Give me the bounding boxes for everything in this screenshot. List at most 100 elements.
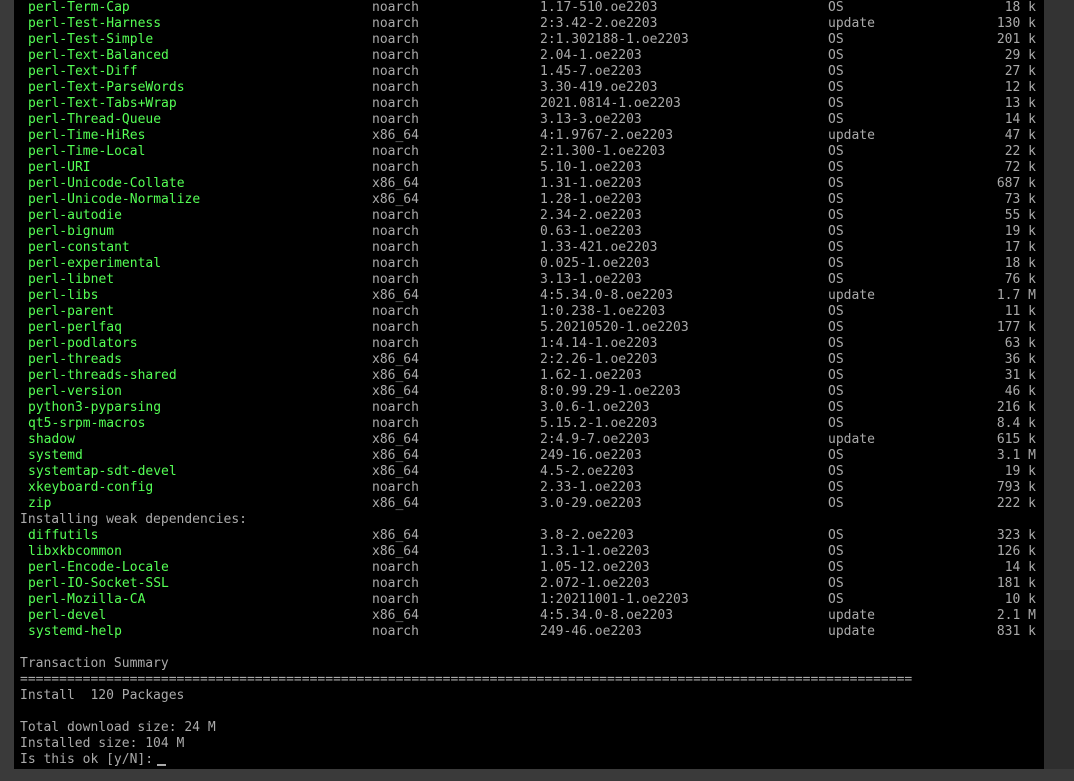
package-size: 14 k	[1004, 560, 1036, 575]
package-repo: OS	[828, 464, 844, 479]
package-size: 18 k	[1004, 256, 1036, 271]
package-arch: noarch	[372, 160, 419, 175]
package-arch: noarch	[372, 240, 419, 255]
package-version: 1.45-7.oe2203	[540, 64, 642, 79]
package-repo: OS	[828, 224, 844, 239]
package-repo: OS	[828, 144, 844, 159]
package-name: perl-Text-ParseWords	[28, 80, 185, 95]
package-repo: OS	[828, 96, 844, 111]
package-size: 31 k	[1004, 368, 1036, 383]
package-repo: OS	[828, 496, 844, 511]
package-version: 2:1.300-1.oe2203	[540, 144, 666, 159]
package-repo: OS	[828, 48, 844, 63]
package-size: 831 k	[996, 624, 1036, 639]
package-size: 47 k	[1004, 128, 1036, 143]
summary-separator-row: ========================================…	[14, 672, 1044, 688]
package-row: perl-Text-Balanced noarch 2.04-1.oe2203 OS 2…	[14, 48, 1044, 64]
package-row: perl-Term-Cap noarch 1.17-510.oe2203 OS 18 k	[14, 0, 1044, 16]
package-repo: OS	[828, 0, 844, 15]
confirm-prompt[interactable]: Is this ok [y/N]:	[20, 752, 167, 768]
package-size: 1.7 M	[996, 288, 1036, 303]
package-arch: x86_64	[372, 608, 419, 623]
weak-deps-header: Installing weak dependencies:	[20, 512, 247, 527]
package-row: perl-Test-Simple noarch 2:1.302188-1.oe220…	[14, 32, 1044, 48]
package-row: perl-version x86_64 8:0.99.29-1.oe2203 OS 46…	[14, 384, 1044, 400]
package-size: 55 k	[1004, 208, 1036, 223]
package-row: systemd-help noarch 249-46.oe2203 update 831…	[14, 624, 1044, 640]
package-repo: OS	[828, 448, 844, 463]
installed-size-row: Installed size: 104 M	[14, 736, 1044, 752]
package-name: perl-bignum	[28, 224, 115, 239]
package-row: qt5-srpm-macros noarch 5.15.2-1.oe2203 OS 8.…	[14, 416, 1044, 432]
package-row: perl-Mozilla-CA noarch 1:20211001-1.oe2203…	[14, 592, 1044, 608]
package-size: 63 k	[1004, 336, 1036, 351]
package-name: perl-Unicode-Collate	[28, 176, 185, 191]
package-version: 1.62-1.oe2203	[540, 368, 642, 383]
confirm-prompt-text: Is this ok [y/N]:	[20, 752, 154, 767]
package-row: perl-threads x86_64 2:2.26-1.oe2203 OS 36 k	[14, 352, 1044, 368]
package-size: 216 k	[996, 400, 1036, 415]
package-size: 36 k	[1004, 352, 1036, 367]
package-row: perl-devel x86_64 4:5.34.0-8.oe2203 update 2…	[14, 608, 1044, 624]
summary-title-row: Transaction Summary	[14, 656, 1044, 672]
transaction-summary-title: Transaction Summary	[20, 656, 169, 671]
package-row: perl-perlfaq noarch 5.20210520-1.oe2203 OS 1…	[14, 320, 1044, 336]
package-row: perl-URI noarch 5.10-1.oe2203 OS 72 k	[14, 160, 1044, 176]
package-repo: update	[828, 608, 875, 623]
package-version: 4:5.34.0-8.oe2203	[540, 288, 674, 303]
package-version: 2021.0814-1.oe2203	[540, 96, 681, 111]
prompt-row[interactable]: Is this ok [y/N]:	[14, 752, 1044, 768]
package-repo: OS	[828, 160, 844, 175]
terminal-console[interactable]: Installing weak dependencies: Transactio…	[14, 0, 1044, 769]
package-row: perl-Unicode-Normalize x86_64 1.28-1.oe220…	[14, 192, 1044, 208]
package-version: 3.13-1.oe2203	[540, 272, 642, 287]
package-version: 2.072-1.oe2203	[540, 576, 650, 591]
package-row: libxkbcommon x86_64 1.3.1-1.oe2203 OS 126 k	[14, 544, 1044, 560]
package-size: 126 k	[996, 544, 1036, 559]
package-version: 2:3.42-2.oe2203	[540, 16, 658, 31]
summary-separator: ========================================…	[20, 672, 913, 687]
package-arch: x86_64	[372, 448, 419, 463]
package-size: 76 k	[1004, 272, 1036, 287]
package-repo: OS	[828, 352, 844, 367]
package-repo: OS	[828, 272, 844, 287]
package-arch: noarch	[372, 576, 419, 591]
package-version: 3.30-419.oe2203	[540, 80, 658, 95]
package-size: 12 k	[1004, 80, 1036, 95]
package-name: perl-version	[28, 384, 122, 399]
package-arch: x86_64	[372, 176, 419, 191]
install-count-row: Install 120 Packages	[14, 688, 1044, 704]
package-size: 177 k	[996, 320, 1036, 335]
package-version: 2:4.9-7.oe2203	[540, 432, 650, 447]
package-version: 1:20211001-1.oe2203	[540, 592, 689, 607]
package-row: perl-Test-Harness noarch 2:3.42-2.oe2203 up…	[14, 16, 1044, 32]
package-row: perl-Encode-Locale noarch 1.05-12.oe2203 OS…	[14, 560, 1044, 576]
package-repo: OS	[828, 544, 844, 559]
package-row: perl-Text-Diff noarch 1.45-7.oe2203 OS 27 k	[14, 64, 1044, 80]
package-arch: x86_64	[372, 432, 419, 447]
package-size: 201 k	[996, 32, 1036, 47]
package-size: 8.4 k	[996, 416, 1036, 431]
package-size: 17 k	[1004, 240, 1036, 255]
package-arch: x86_64	[372, 528, 419, 543]
package-repo: OS	[828, 208, 844, 223]
package-repo: OS	[828, 32, 844, 47]
package-name: perl-parent	[28, 304, 115, 319]
package-repo: OS	[828, 176, 844, 191]
package-name: perl-threads-shared	[28, 368, 177, 383]
package-row: perl-constant noarch 1.33-421.oe2203 OS 17 k	[14, 240, 1044, 256]
package-repo: update	[828, 16, 875, 31]
package-size: 323 k	[996, 528, 1036, 543]
package-version: 2:2.26-1.oe2203	[540, 352, 658, 367]
package-size: 130 k	[996, 16, 1036, 31]
package-row: systemd x86_64 249-16.oe2203 OS 3.1 M	[14, 448, 1044, 464]
package-version: 2.33-1.oe2203	[540, 480, 642, 495]
package-repo: OS	[828, 80, 844, 95]
total-download-size: Total download size: 24 M	[20, 720, 216, 735]
install-count: Install 120 Packages	[20, 688, 185, 703]
package-row: perl-Text-ParseWords noarch 3.30-419.oe220…	[14, 80, 1044, 96]
package-size: 29 k	[1004, 48, 1036, 63]
package-version: 249-46.oe2203	[540, 624, 642, 639]
package-arch: noarch	[372, 208, 419, 223]
package-arch: x86_64	[372, 464, 419, 479]
